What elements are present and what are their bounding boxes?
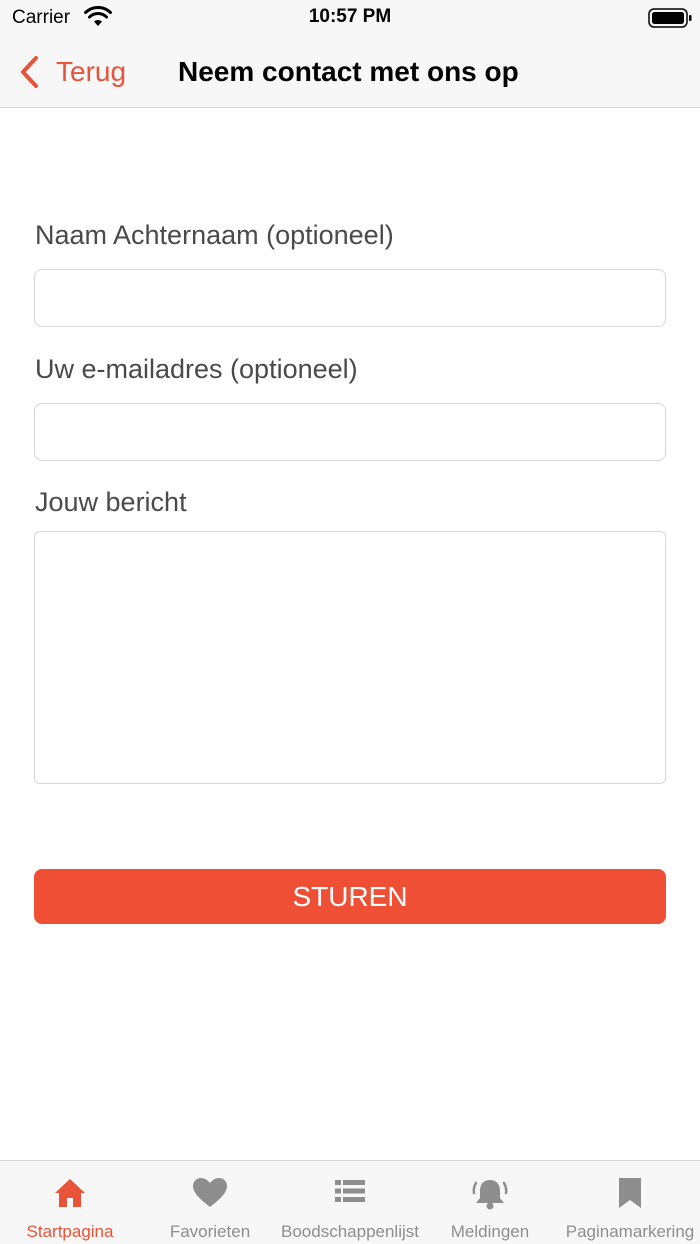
tab-boodschappenlijst[interactable]: Boodschappenlijst xyxy=(280,1161,420,1244)
name-input[interactable] xyxy=(34,269,666,327)
tab-label: Boodschappenlijst xyxy=(281,1222,419,1241)
back-label: Terug xyxy=(56,56,127,87)
bookmark-icon xyxy=(619,1178,641,1208)
page-title: Neem contact met ons op xyxy=(178,56,519,87)
back-button[interactable]: Terug xyxy=(18,50,126,94)
send-button[interactable]: STUREN xyxy=(34,869,666,924)
home-icon xyxy=(55,1179,85,1207)
tab-startpagina[interactable]: Startpagina xyxy=(0,1161,140,1244)
heart-icon xyxy=(193,1178,227,1207)
list-icon xyxy=(335,1180,365,1202)
clock: 10:57 PM xyxy=(308,6,392,27)
message-label: Jouw bericht xyxy=(35,487,187,517)
tab-paginamarkering[interactable]: Paginamarkering xyxy=(560,1161,700,1244)
tab-favorieten[interactable]: Favorieten xyxy=(140,1161,280,1244)
contact-screen: Carrier 10:57 PM Terug Neem contact met … xyxy=(0,0,700,1244)
tab-meldingen[interactable]: Meldingen xyxy=(420,1161,560,1244)
tab-bar: Startpagina Favorieten Boodschappenlijst xyxy=(0,1160,700,1244)
tab-label: Startpagina xyxy=(26,1222,114,1241)
tab-label: Paginamarkering xyxy=(565,1222,695,1241)
chevron-left-icon xyxy=(21,56,38,88)
battery-icon xyxy=(648,8,692,28)
tab-label: Meldingen xyxy=(450,1222,530,1241)
status-bar: Carrier 10:57 PM xyxy=(0,0,700,36)
email-input[interactable] xyxy=(34,403,666,461)
bell-icon xyxy=(472,1180,508,1210)
name-label: Naam Achternaam (optioneel) xyxy=(35,220,394,250)
tab-label: Favorieten xyxy=(169,1222,251,1241)
message-textarea[interactable] xyxy=(34,531,666,784)
email-label: Uw e-mailadres (optioneel) xyxy=(35,354,358,384)
navigation-bar: Terug Neem contact met ons op xyxy=(0,36,700,108)
